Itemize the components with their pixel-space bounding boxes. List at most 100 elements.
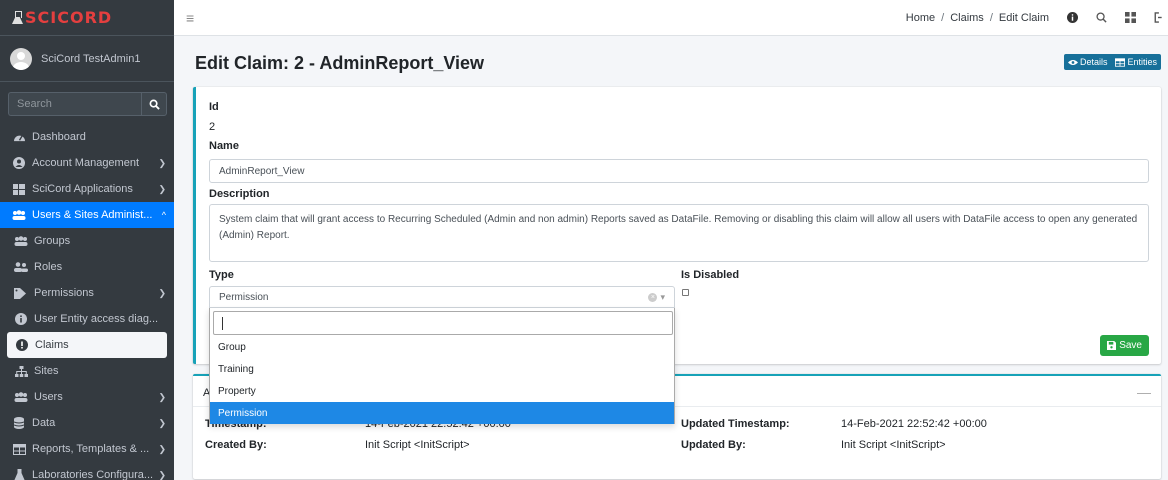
flask-icon xyxy=(12,469,26,480)
dropdown-option-group[interactable]: Group xyxy=(210,336,674,358)
sidebar-item-label: SciCord Applications xyxy=(32,183,133,195)
header-button-group: Details Entities xyxy=(1063,54,1161,70)
breadcrumb-claims[interactable]: Claims xyxy=(950,12,984,24)
chevron-down-icon: ❯ xyxy=(158,443,166,454)
chevron-down-icon: ❯ xyxy=(158,287,166,298)
sidebar-item-permissions[interactable]: Permissions ❯ xyxy=(0,280,174,306)
type-select[interactable]: Permission × ▾ xyxy=(209,286,675,308)
sidebar: SCICORD SciCord TestAdmin1 Dashboard Acc… xyxy=(0,0,174,480)
sidebar-item-label: Groups xyxy=(34,235,71,247)
sidebar-item-label: Roles xyxy=(34,261,63,273)
is-disabled-checkbox[interactable] xyxy=(682,289,689,296)
save-label: Save xyxy=(1119,340,1142,351)
created-by-value: Init Script <InitScript> xyxy=(365,439,470,451)
chevron-down-icon: ❯ xyxy=(158,157,166,168)
text-cursor xyxy=(222,316,223,330)
search-icon xyxy=(149,99,160,110)
breadcrumb-current: Edit Claim xyxy=(998,11,1049,24)
sidebar-item-user-entity-access-diagram[interactable]: User Entity access diag... xyxy=(0,306,174,332)
breadcrumb: Home / Claims / Edit Claim xyxy=(906,12,1049,24)
name-input[interactable]: AdminReport_View xyxy=(209,159,1149,183)
select-controls: × ▾ xyxy=(648,292,665,303)
user-name[interactable]: SciCord TestAdmin1 xyxy=(41,53,140,65)
sidebar-item-label: Reports, Templates & ... xyxy=(32,443,150,455)
collapse-minus-icon[interactable]: — xyxy=(1137,384,1151,400)
sidebar-item-scicord-applications[interactable]: SciCord Applications ❯ xyxy=(0,176,174,202)
sidebar-search-button[interactable] xyxy=(141,92,167,116)
table-icon xyxy=(12,443,26,455)
eye-icon xyxy=(1067,59,1078,65)
sidebar-item-sites[interactable]: Sites xyxy=(0,358,174,384)
table-icon xyxy=(1115,57,1126,67)
flask-logo-icon xyxy=(12,11,23,24)
description-label: Description xyxy=(209,188,270,200)
updated-by-value: Init Script <InitScript> xyxy=(841,439,946,451)
chevron-down-icon: ❯ xyxy=(158,183,166,194)
sidebar-nav: Dashboard Account Management ❯ SciCord A… xyxy=(0,124,174,480)
breadcrumb-separator: / xyxy=(989,11,993,24)
dropdown-search-input[interactable] xyxy=(213,311,673,335)
user-friends-icon xyxy=(14,262,28,272)
details-button[interactable]: Details xyxy=(1064,54,1112,70)
dropdown-option-training[interactable]: Training xyxy=(210,358,674,380)
users-cog-icon xyxy=(12,210,26,220)
description-textarea[interactable]: System claim that will grant access to R… xyxy=(209,204,1149,262)
exclamation-circle-icon xyxy=(15,339,29,351)
type-label: Type xyxy=(209,269,234,281)
chevron-down-icon: ❯ xyxy=(158,469,166,480)
page-title: Edit Claim: 2 - AdminReport_View xyxy=(195,53,485,73)
sidebar-item-users-sites-administration[interactable]: Users & Sites Administ... ^ xyxy=(0,202,174,228)
sidebar-item-label: Dashboard xyxy=(32,131,86,143)
sidebar-item-reports-templates[interactable]: Reports, Templates & ... ❯ xyxy=(0,436,174,462)
chevron-down-icon: ❯ xyxy=(158,391,166,402)
top-navbar: ≡ Home / Claims / Edit Claim xyxy=(174,0,1168,36)
user-avatar xyxy=(10,47,32,70)
menu-toggle-icon[interactable]: ≡ xyxy=(186,10,194,26)
grid-icon[interactable] xyxy=(1125,12,1136,23)
search-icon[interactable] xyxy=(1096,12,1107,23)
dropdown-option-permission[interactable]: Permission xyxy=(210,402,674,424)
updated-timestamp-label: Updated Timestamp: xyxy=(681,418,790,430)
tags-icon xyxy=(14,287,28,299)
type-selected-value: Permission xyxy=(219,291,269,303)
sitemap-icon xyxy=(14,365,28,377)
id-value: 2 xyxy=(209,121,216,133)
user-panel[interactable]: SciCord TestAdmin1 xyxy=(0,36,174,82)
sidebar-item-label: Laboratories Configura... xyxy=(32,469,154,480)
is-disabled-label: Is Disabled xyxy=(681,269,740,281)
id-label: Id xyxy=(209,101,219,113)
info-circle-icon[interactable] xyxy=(1067,12,1078,23)
users-icon xyxy=(14,236,28,246)
clear-icon[interactable]: × xyxy=(648,292,658,302)
name-label: Name xyxy=(209,140,239,152)
dropdown-option-property[interactable]: Property xyxy=(210,380,674,402)
sidebar-item-label: Users xyxy=(34,391,63,403)
windows-icon xyxy=(12,183,26,195)
info-circle-icon xyxy=(14,313,28,325)
entities-button[interactable]: Entities xyxy=(1111,54,1161,70)
sidebar-item-label: Users & Sites Administ... xyxy=(32,209,153,221)
sidebar-item-label: Account Management xyxy=(32,157,140,169)
sidebar-item-claims[interactable]: Claims xyxy=(7,332,167,358)
sidebar-search-input[interactable] xyxy=(8,92,141,116)
sidebar-item-label: Permissions xyxy=(34,287,94,299)
sign-out-icon[interactable] xyxy=(1154,12,1162,23)
type-dropdown: Group Training Property Permission xyxy=(209,308,675,424)
brand-link[interactable]: SCICORD xyxy=(0,0,174,36)
sidebar-item-laboratories-configuration[interactable]: Laboratories Configura... ❯ xyxy=(0,462,174,480)
updated-timestamp-value: 14-Feb-2021 22:52:42 +00:00 xyxy=(841,418,987,430)
user-circle-icon xyxy=(12,157,26,169)
breadcrumb-home[interactable]: Home xyxy=(906,12,935,24)
chevron-up-icon: ^ xyxy=(161,210,166,220)
tachometer-icon xyxy=(12,132,26,143)
save-button[interactable]: Save xyxy=(1100,335,1149,356)
sidebar-item-dashboard[interactable]: Dashboard xyxy=(0,124,174,150)
sidebar-item-groups[interactable]: Groups xyxy=(0,228,174,254)
sidebar-item-data[interactable]: Data ❯ xyxy=(0,410,174,436)
sidebar-item-users[interactable]: Users ❯ xyxy=(0,384,174,410)
sidebar-item-roles[interactable]: Roles xyxy=(0,254,174,280)
sidebar-item-label: Claims xyxy=(35,339,69,351)
sidebar-search xyxy=(8,92,167,116)
sidebar-item-account-management[interactable]: Account Management ❯ xyxy=(0,150,174,176)
content-header: Edit Claim: 2 - AdminReport_View Details… xyxy=(174,36,1168,82)
